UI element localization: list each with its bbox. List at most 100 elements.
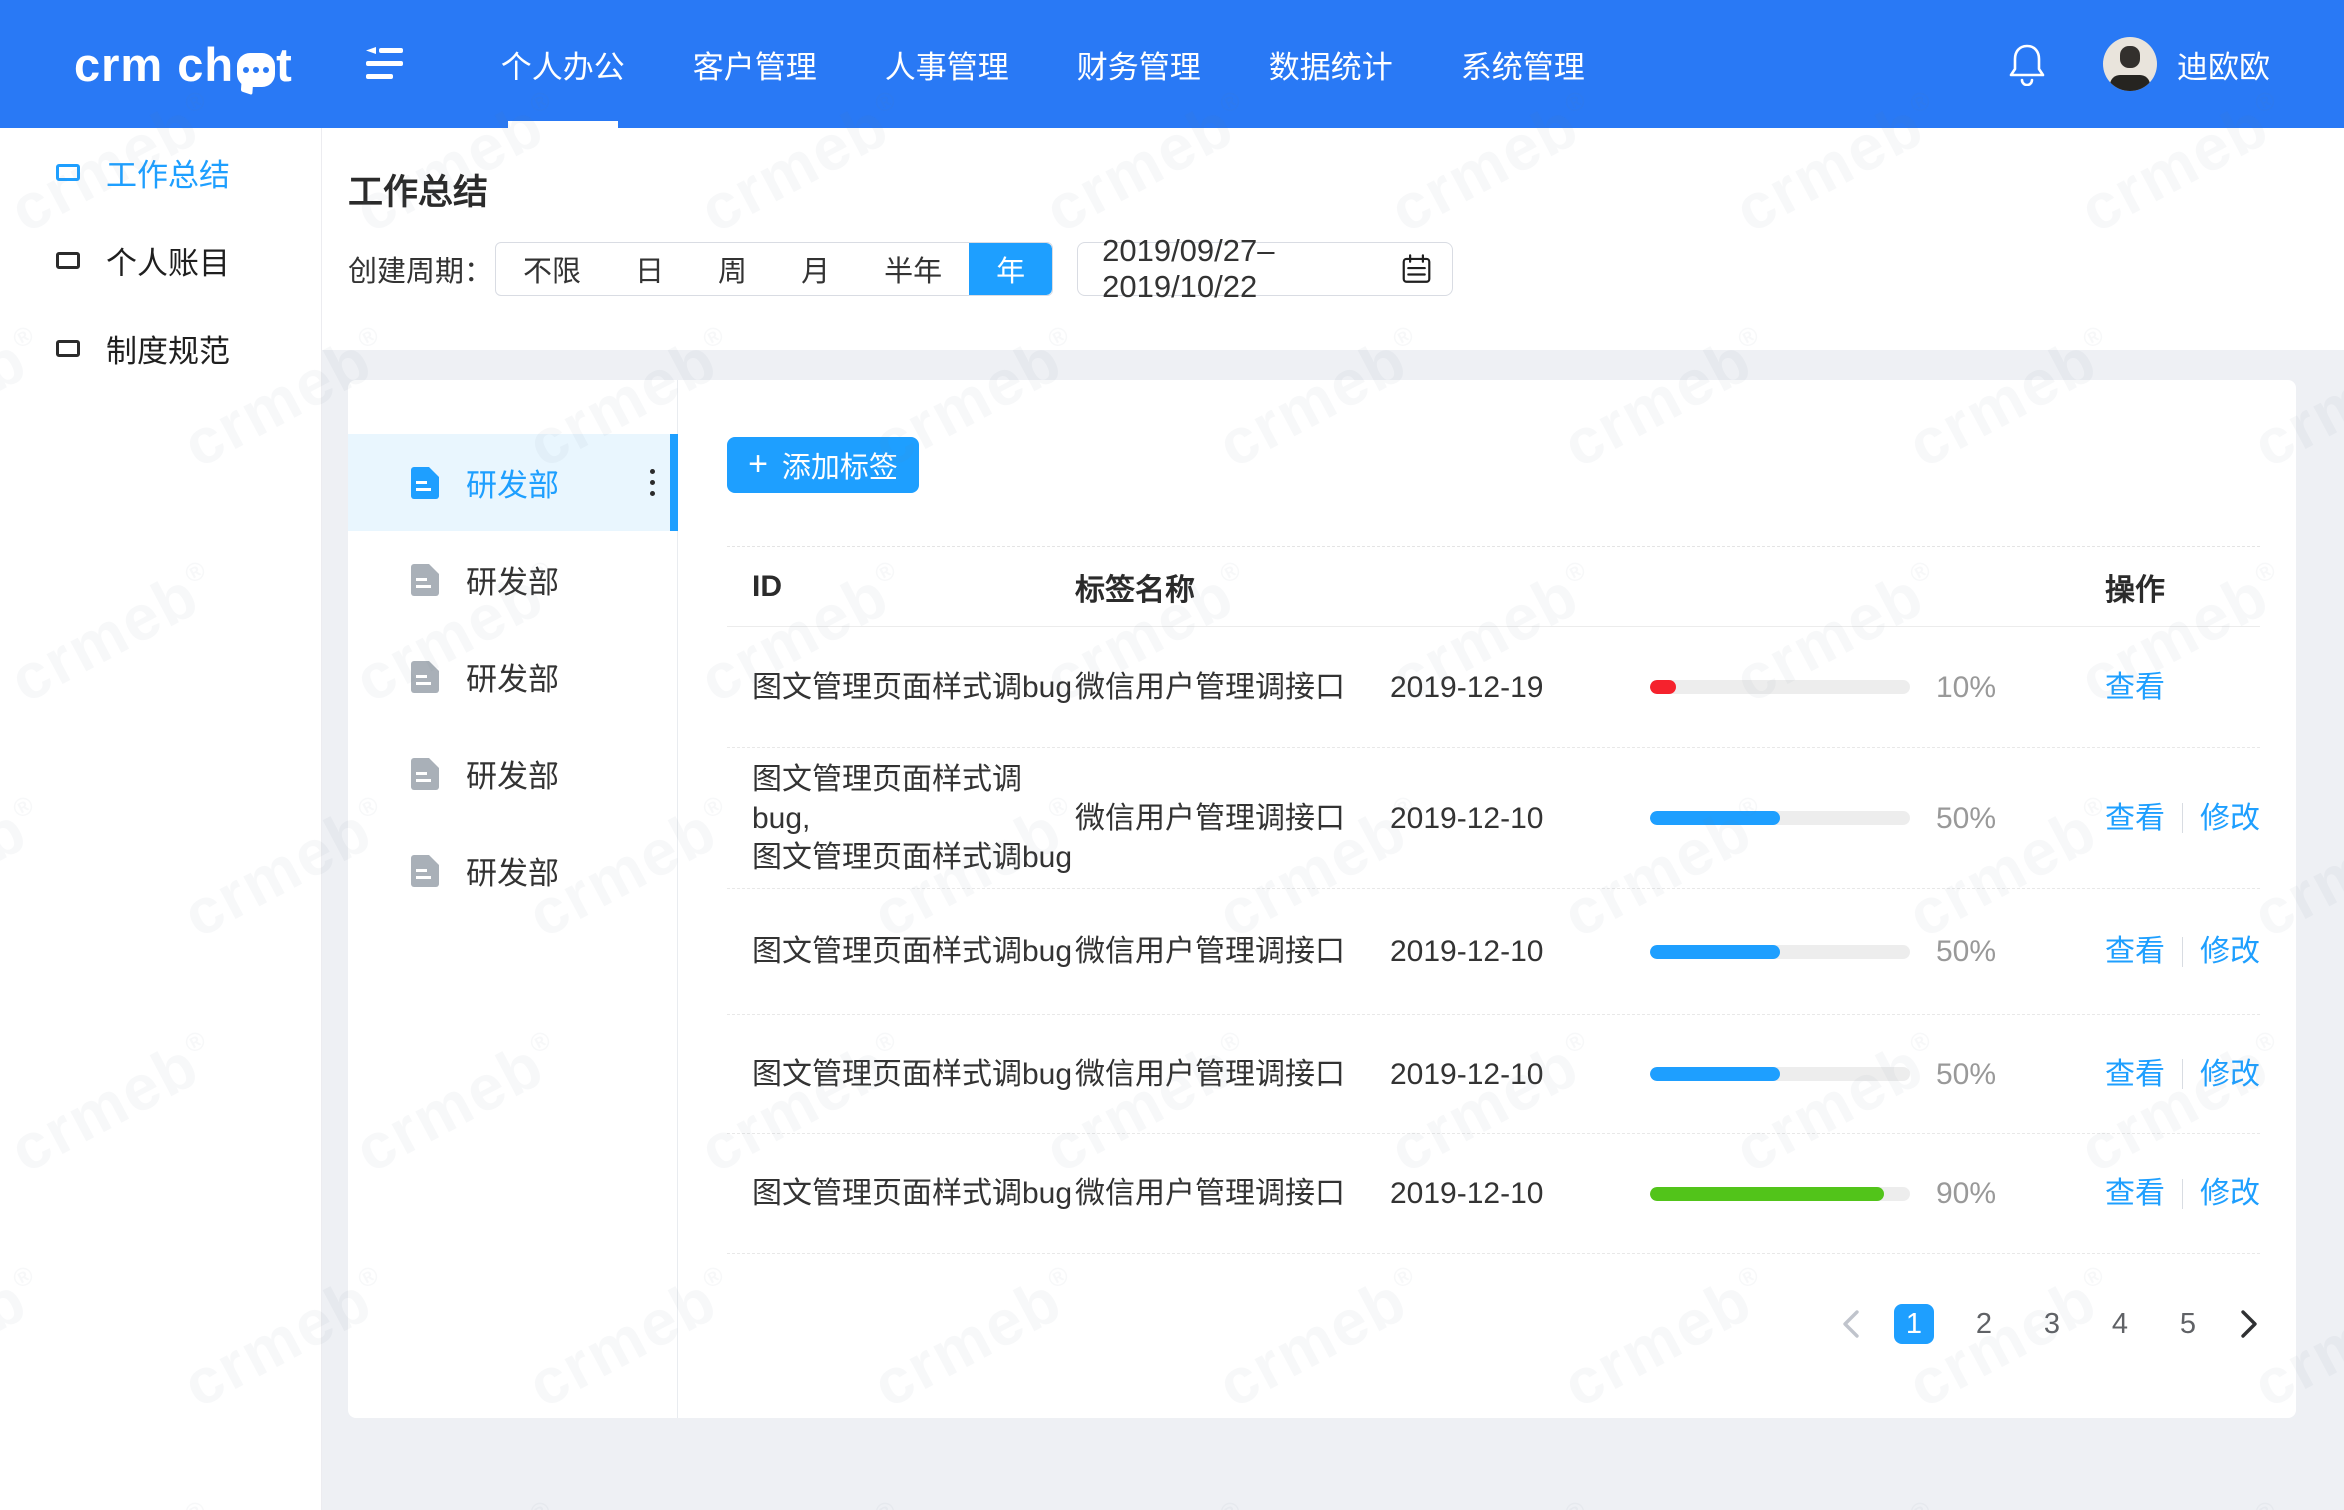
progress-track bbox=[1650, 945, 1910, 959]
progress-percent: 90% bbox=[1936, 1174, 1996, 1213]
group-item-rd-dept[interactable]: 研发部 bbox=[348, 725, 677, 822]
period-year[interactable]: 年 bbox=[969, 243, 1052, 295]
left-sidebar: 工作总结 个人账目 制度规范 bbox=[0, 128, 322, 1510]
navbar-right: 迪欧欧 bbox=[2007, 37, 2270, 91]
frame-icon bbox=[56, 340, 80, 357]
view-link[interactable]: 查看 bbox=[2105, 1174, 2165, 1213]
date-range-picker[interactable]: 2019/09/27–2019/10/22 bbox=[1077, 242, 1453, 296]
progress-cell: 10% bbox=[1650, 668, 2105, 707]
col-action: 操作 bbox=[2105, 565, 2260, 609]
page-header: 工作总结 创建周期： 不限 日 周 月 半年 年 2019/09/27–2019… bbox=[322, 128, 2344, 350]
content-card: 研发部 研发部 研发部 bbox=[348, 380, 2296, 1418]
filter-label: 创建周期： bbox=[348, 248, 493, 290]
view-link[interactable]: 查看 bbox=[2105, 1055, 2165, 1094]
col-tag-name: 标签名称 bbox=[1075, 565, 1390, 609]
more-actions-icon[interactable] bbox=[650, 469, 655, 496]
logo-text-right: t bbox=[276, 41, 293, 88]
nav-item-hr-mgmt[interactable]: 人事管理 bbox=[851, 0, 1043, 128]
row-actions: 查看 bbox=[2105, 668, 2260, 707]
row-actions: 查看 修改 bbox=[2105, 932, 2260, 971]
page-3[interactable]: 3 bbox=[2034, 1308, 2070, 1341]
progress-percent: 10% bbox=[1936, 668, 1996, 707]
tag-table-section: + 添加标签 ID 标签名称 操作 图文管理页面样式调bug 微信用户管理调接口… bbox=[678, 380, 2296, 1418]
table-row: 图文管理页面样式调bug 微信用户管理调接口 2019-12-10 90% 查看… bbox=[727, 1134, 2260, 1254]
progress-cell: 50% bbox=[1650, 799, 2105, 838]
group-item-rd-dept[interactable]: 研发部 bbox=[348, 531, 677, 628]
sidebar-item-rules[interactable]: 制度规范 bbox=[0, 304, 321, 392]
next-page-icon[interactable] bbox=[2238, 1309, 2260, 1339]
logo-text-left: crm ch bbox=[74, 41, 234, 88]
work-area: 研发部 研发部 研发部 bbox=[322, 350, 2344, 1418]
filter-row: 创建周期： 不限 日 周 月 半年 年 2019/09/27–2019/10/2… bbox=[348, 242, 2344, 296]
app-logo: crm ch t bbox=[74, 41, 293, 88]
nav-item-finance-mgmt[interactable]: 财务管理 bbox=[1043, 0, 1235, 128]
action-divider bbox=[2182, 1179, 2183, 1209]
cell-id: 图文管理页面样式调bug bbox=[752, 1055, 1075, 1094]
user-avatar[interactable] bbox=[2103, 37, 2157, 91]
view-link[interactable]: 查看 bbox=[2105, 932, 2165, 971]
plus-icon: + bbox=[748, 447, 768, 481]
cell-date: 2019-12-19 bbox=[1390, 668, 1650, 707]
prev-page-icon[interactable] bbox=[1840, 1309, 1862, 1339]
progress-cell: 50% bbox=[1650, 932, 2105, 971]
period-month[interactable]: 月 bbox=[774, 243, 857, 295]
chat-bubble-icon bbox=[237, 53, 275, 87]
table-row: 图文管理页面样式调bug 微信用户管理调接口 2019-12-10 50% 查看… bbox=[727, 889, 2260, 1015]
progress-fill bbox=[1650, 1067, 1780, 1081]
page-1[interactable]: 1 bbox=[1894, 1304, 1934, 1344]
user-name[interactable]: 迪欧欧 bbox=[2177, 42, 2270, 87]
table-row: 图文管理页面样式调bug, 图文管理页面样式调bug 微信用户管理调接口 201… bbox=[727, 748, 2260, 889]
edit-link[interactable]: 修改 bbox=[2200, 1174, 2260, 1213]
document-icon bbox=[410, 466, 440, 500]
cell-tag-name: 微信用户管理调接口 bbox=[1075, 799, 1390, 838]
period-day[interactable]: 日 bbox=[608, 243, 691, 295]
page-4[interactable]: 4 bbox=[2102, 1308, 2138, 1341]
progress-fill bbox=[1650, 680, 1676, 694]
progress-cell: 50% bbox=[1650, 1055, 2105, 1094]
sidebar-item-work-summary[interactable]: 工作总结 bbox=[0, 128, 321, 216]
progress-track bbox=[1650, 680, 1910, 694]
edit-link[interactable]: 修改 bbox=[2200, 799, 2260, 838]
cell-tag-name: 微信用户管理调接口 bbox=[1075, 1055, 1390, 1094]
action-divider bbox=[2182, 803, 2183, 833]
cell-id: 图文管理页面样式调bug, 图文管理页面样式调bug bbox=[752, 760, 1075, 877]
cell-tag-name: 微信用户管理调接口 bbox=[1075, 668, 1390, 707]
sidebar-item-personal-account[interactable]: 个人账目 bbox=[0, 216, 321, 304]
nav-item-data-stats[interactable]: 数据统计 bbox=[1235, 0, 1427, 128]
document-icon bbox=[410, 563, 440, 597]
group-item-rd-dept[interactable]: 研发部 bbox=[348, 822, 677, 919]
document-icon bbox=[410, 854, 440, 888]
nav-item-customer-mgmt[interactable]: 客户管理 bbox=[659, 0, 851, 128]
row-actions: 查看 修改 bbox=[2105, 1174, 2260, 1213]
page-5[interactable]: 5 bbox=[2170, 1308, 2206, 1341]
period-week[interactable]: 周 bbox=[691, 243, 774, 295]
table-row: 图文管理页面样式调bug 微信用户管理调接口 2019-12-10 50% 查看… bbox=[727, 1015, 2260, 1134]
row-actions: 查看 修改 bbox=[2105, 1055, 2260, 1094]
progress-cell: 90% bbox=[1650, 1174, 2105, 1213]
document-icon bbox=[410, 757, 440, 791]
group-item-rd-dept[interactable]: 研发部 bbox=[348, 434, 677, 531]
cell-tag-name: 微信用户管理调接口 bbox=[1075, 1174, 1390, 1213]
period-half-year[interactable]: 半年 bbox=[857, 243, 969, 295]
pagination: 1 2 3 4 5 bbox=[727, 1304, 2260, 1344]
cell-id: 图文管理页面样式调bug bbox=[752, 668, 1075, 707]
edit-link[interactable]: 修改 bbox=[2200, 1055, 2260, 1094]
nav-item-system-mgmt[interactable]: 系统管理 bbox=[1427, 0, 1619, 128]
view-link[interactable]: 查看 bbox=[2105, 668, 2165, 707]
document-icon bbox=[410, 660, 440, 694]
edit-link[interactable]: 修改 bbox=[2200, 932, 2260, 971]
period-unlimited[interactable]: 不限 bbox=[496, 243, 608, 295]
menu-collapse-icon[interactable] bbox=[365, 44, 409, 84]
nav-item-personal-office[interactable]: 个人办公 bbox=[467, 0, 659, 128]
notification-bell-icon[interactable] bbox=[2007, 42, 2047, 86]
top-navbar: crm ch t 个人办公 客户管理 人事管理 财务管理 数据统计 系统管理 迪… bbox=[0, 0, 2344, 128]
page-2[interactable]: 2 bbox=[1966, 1308, 2002, 1341]
group-item-rd-dept[interactable]: 研发部 bbox=[348, 628, 677, 725]
progress-percent: 50% bbox=[1936, 799, 1996, 838]
cell-date: 2019-12-10 bbox=[1390, 1174, 1650, 1213]
main-nav: 个人办公 客户管理 人事管理 财务管理 数据统计 系统管理 bbox=[467, 0, 1619, 128]
progress-track bbox=[1650, 811, 1910, 825]
add-tag-button[interactable]: + 添加标签 bbox=[727, 437, 919, 493]
group-panel: 研发部 研发部 研发部 bbox=[348, 380, 678, 1418]
view-link[interactable]: 查看 bbox=[2105, 799, 2165, 838]
